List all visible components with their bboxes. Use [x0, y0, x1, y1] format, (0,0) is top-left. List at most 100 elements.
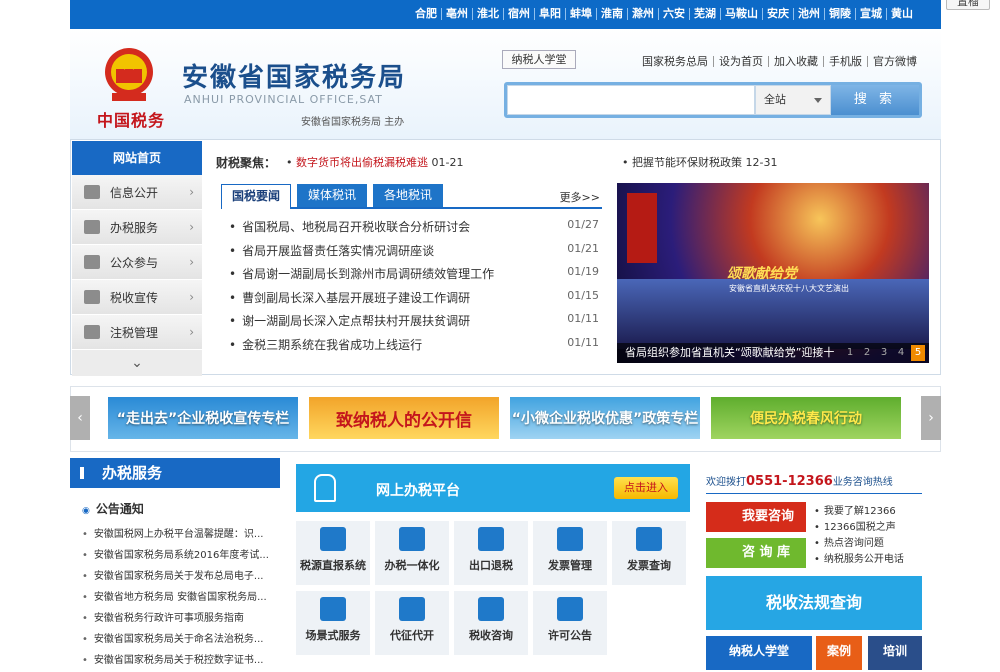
photo-page-button[interactable]: 3	[877, 345, 891, 361]
news-item[interactable]: 金税三期系统在我省成功上线运行 01/11	[229, 336, 599, 360]
consult-library-button[interactable]: 咨 询 库	[706, 538, 806, 568]
header-link[interactable]: 手机版	[823, 56, 867, 67]
news-title[interactable]: 金税三期系统在我省成功上线运行	[229, 336, 422, 360]
focus-item-1-title[interactable]: 数字货币将出偷税漏税难逃	[296, 156, 428, 169]
focus-item-2-title[interactable]: 把握节能环保财税政策	[632, 156, 742, 169]
service-tile-label: 出口退税	[469, 559, 513, 572]
city-link[interactable]: 淮南	[596, 8, 627, 20]
news-item[interactable]: 省国税局、地税局召开税收联合分析研讨会 01/27	[229, 218, 599, 242]
news-item[interactable]: 省局开展监督责任落实情况调研座谈 01/21	[229, 242, 599, 266]
city-link[interactable]: 宣城	[855, 8, 886, 20]
news-title[interactable]: 谢一湖副局长深入定点帮扶村开展扶贫调研	[229, 312, 470, 336]
news-more-link[interactable]: 更多>>	[560, 189, 600, 205]
search-button[interactable]: 搜 索	[831, 85, 919, 115]
city-link[interactable]: 宿州	[503, 8, 534, 20]
notice-item[interactable]: 安徽省国家税务局系统2016年度考试...	[70, 546, 280, 567]
platform-enter-button[interactable]: 点击进入	[614, 477, 678, 499]
notice-item[interactable]: 安徽国税网上办税平台温馨提醒：识...	[70, 525, 280, 546]
training-tile[interactable]: 培训	[868, 636, 922, 670]
search-input[interactable]	[507, 85, 755, 115]
service-tile[interactable]: 场景式服务	[296, 591, 370, 655]
tab-local-news[interactable]: 各地税讯	[373, 184, 443, 207]
city-link[interactable]: 黄山	[886, 8, 917, 20]
sidebar-item[interactable]: 税收宣传 ›	[72, 280, 202, 315]
site-host: 安徽省国家税务局 主办	[301, 117, 405, 128]
news-photo[interactable]: 颂歌献给党 安徽省直机关庆祝十八大文艺演出	[617, 183, 929, 363]
news-item[interactable]: 省局谢一湖副局长到滁州市局调研绩效管理工作 01/19	[229, 265, 599, 289]
focus-item-2[interactable]: • 把握节能环保财税政策 12-31	[622, 154, 777, 170]
news-title[interactable]: 省局开展监督责任落实情况调研座谈	[229, 242, 434, 266]
focus-item-1[interactable]: • 数字货币将出偷税漏税难逃 01-21	[286, 154, 463, 170]
service-tile[interactable]: 税源直报系统	[296, 521, 370, 585]
nav-home[interactable]: 网站首页	[72, 141, 202, 175]
header-link[interactable]: 官方微博	[867, 56, 922, 67]
city-link[interactable]: 池州	[793, 8, 824, 20]
notice-item[interactable]: 安徽省国家税务局关于发布总局电子...	[70, 567, 280, 588]
city-link[interactable]: 安庆	[762, 8, 793, 20]
case-tile[interactable]: 案例	[816, 636, 862, 670]
service-tile[interactable]: 税收咨询	[454, 591, 528, 655]
city-link[interactable]: 六安	[658, 8, 689, 20]
news-item[interactable]: 曹剑副局长深入基层开展班子建设工作调研 01/15	[229, 289, 599, 313]
header-link[interactable]: 设为首页	[713, 56, 768, 67]
sidebar-item-label: 税收宣传	[110, 290, 159, 305]
quick-link[interactable]: 12366国税之声	[814, 518, 904, 534]
header-link[interactable]: 加入收藏	[768, 56, 823, 67]
quick-link[interactable]: 纳税服务公开电话	[814, 550, 904, 566]
notice-item[interactable]: 安徽省国家税务局关于税控数字证书...	[70, 651, 280, 672]
focus-label: 财税聚焦：	[216, 156, 277, 170]
city-link[interactable]: 马鞍山	[720, 8, 762, 20]
news-title[interactable]: 曹剑副局长深入基层开展班子建设工作调研	[229, 289, 470, 313]
service-tile[interactable]: 许可公告	[533, 591, 607, 655]
quick-link[interactable]: 热点咨询问题	[814, 534, 904, 550]
service-tile[interactable]: 发票查询	[612, 521, 686, 585]
banner-going-out[interactable]: “走出去”企业税收宣传专栏	[108, 397, 298, 439]
float-toggle-button[interactable]: 置榴	[946, 0, 990, 10]
photo-page-button[interactable]: 5	[911, 345, 925, 361]
sidebar-item[interactable]: 办税服务 ›	[72, 210, 202, 245]
online-platform-banner[interactable]: 网上办税平台 点击进入	[296, 464, 690, 512]
banner-spring-breeze[interactable]: 便民办税春风行动	[711, 397, 901, 439]
photo-banner-text: 颂歌献给党	[727, 266, 797, 282]
taxpayer-school-button[interactable]: 纳税人学堂	[502, 50, 576, 69]
book-icon	[84, 290, 100, 304]
photo-page-button[interactable]: 2	[860, 345, 874, 361]
city-link[interactable]: 淮北	[472, 8, 503, 20]
quick-link[interactable]: 我要了解12366	[814, 502, 904, 518]
sidebar-item[interactable]: 注税管理 ›	[72, 315, 202, 350]
photo-page-button[interactable]: 1	[843, 345, 857, 361]
header-link[interactable]: 国家税务总局	[637, 56, 713, 67]
city-link[interactable]: 蚌埠	[565, 8, 596, 20]
search-scope-select[interactable]: 全站	[755, 85, 831, 115]
city-link[interactable]: 阜阳	[534, 8, 565, 20]
ask-question-button[interactable]: 我要咨询	[706, 502, 806, 532]
service-tile[interactable]: 出口退税	[454, 521, 528, 585]
service-tile[interactable]: 发票管理	[533, 521, 607, 585]
banner-next-arrow-icon[interactable]: ›	[921, 396, 941, 440]
news-title[interactable]: 省局谢一湖副局长到滁州市局调研绩效管理工作	[229, 265, 494, 289]
sidebar-item[interactable]: 公众参与 ›	[72, 245, 202, 280]
banner-prev-arrow-icon[interactable]: ‹	[70, 396, 90, 440]
tax-law-query-button[interactable]: 税收法规查询	[706, 576, 922, 630]
service-tile[interactable]: 代征代开	[375, 591, 449, 655]
photo-page-button[interactable]: 4	[894, 345, 908, 361]
news-item[interactable]: 谢一湖副局长深入定点帮扶村开展扶贫调研 01/11	[229, 312, 599, 336]
service-tile[interactable]: 办税一体化	[375, 521, 449, 585]
city-links: 合肥 亳州 淮北 宿州 阜阳 蚌埠 淮南 滁州 六安 芜湖 马鞍山 安庆 池州 铜陵 宣城 黄山	[411, 8, 917, 20]
notice-item[interactable]: 安徽省地方税务局 安徽省国家税务局...	[70, 588, 280, 609]
notice-item[interactable]: 安徽省国家税务局关于命名法治税务...	[70, 630, 280, 651]
city-link[interactable]: 合肥	[411, 8, 441, 20]
banner-small-business[interactable]: “小微企业税收优惠”政策专栏	[510, 397, 700, 439]
tab-tax-news[interactable]: 国税要闻	[221, 184, 291, 209]
nav-expand-chevron-icon[interactable]: ⌄	[72, 350, 202, 376]
banner-open-letter[interactable]: 致纳税人的公开信	[309, 397, 499, 439]
notice-item[interactable]: 安徽省税务行政许可事项服务指南	[70, 609, 280, 630]
city-link[interactable]: 芜湖	[689, 8, 720, 20]
taxpayer-school-tile[interactable]: 纳税人学堂	[706, 636, 812, 670]
city-link[interactable]: 铜陵	[824, 8, 855, 20]
tab-media-news[interactable]: 媒体税讯	[297, 184, 367, 207]
news-title[interactable]: 省国税局、地税局召开税收联合分析研讨会	[229, 218, 470, 242]
sidebar-item[interactable]: 信息公开 ›	[72, 175, 202, 210]
city-link[interactable]: 滁州	[627, 8, 658, 20]
city-link[interactable]: 亳州	[441, 8, 472, 20]
